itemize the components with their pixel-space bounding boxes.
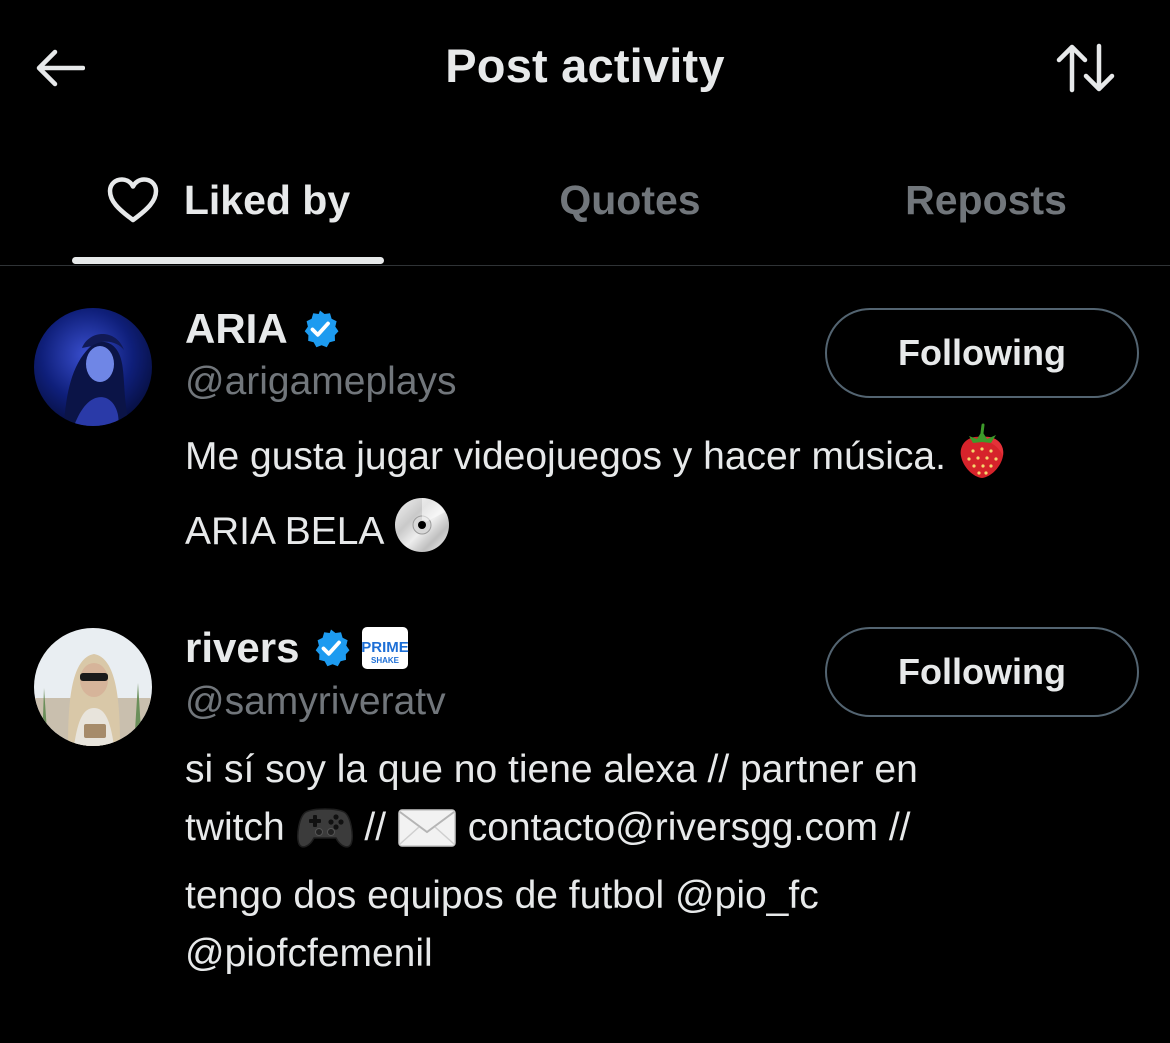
sort-arrows-icon [1056, 43, 1115, 93]
sort-button[interactable] [1050, 38, 1122, 98]
avatar[interactable] [34, 628, 152, 746]
bio-mention-link[interactable]: @piofcfemenil [185, 932, 433, 975]
user-handle[interactable]: @arigameplays [185, 360, 457, 404]
tab-liked-by-label: Liked by [183, 176, 351, 223]
display-name[interactable]: rivers [185, 624, 299, 672]
bio-line: @piofcfemenil [185, 925, 1135, 983]
bio-line: Me gusta jugar videojuegos y hacer músic… [185, 423, 1135, 496]
user-bio: Me gusta jugar videojuegos y hacer músic… [185, 423, 1135, 571]
bio-line: si sí soy la que no tiene alexa // partn… [185, 741, 1135, 799]
bio-line: twitch // contacto@riversgg.com // [185, 799, 1135, 867]
display-name[interactable]: ARIA [185, 305, 288, 353]
game-controller-emoji [296, 802, 354, 867]
envelope-emoji [397, 806, 457, 867]
name-row: rivers PRIME SHAKE [185, 623, 409, 673]
tab-reposts-label: Reposts [905, 176, 1067, 223]
bio-line: ARIA BELA [185, 496, 1135, 571]
cd-disc-emoji [393, 496, 451, 571]
heart-outline-icon [106, 176, 160, 224]
header-bar: Post activity [0, 0, 1170, 135]
following-button[interactable]: Following [825, 308, 1139, 398]
verified-badge-icon[interactable] [300, 309, 340, 349]
bio-text: // [364, 806, 387, 849]
bio-text: tengo dos equipos de futbol @pio_fc [185, 874, 819, 917]
verified-badge-icon[interactable] [311, 628, 351, 668]
strawberry-emoji [957, 423, 1007, 496]
svg-text:PRIME: PRIME [362, 639, 410, 656]
bio-text: twitch [185, 806, 285, 849]
bio-text[interactable]: contacto@riversgg.com // [468, 806, 911, 849]
tab-quotes[interactable]: Quotes [470, 135, 790, 265]
bio-line: tengo dos equipos de futbol @pio_fc [185, 867, 1135, 925]
name-row: ARIA [185, 304, 340, 354]
active-tab-indicator [72, 257, 384, 264]
bio-text: Me gusta jugar videojuegos y hacer músic… [185, 435, 946, 478]
user-handle[interactable]: @samyriveratv [185, 680, 446, 724]
svg-text:SHAKE: SHAKE [371, 656, 400, 665]
following-button[interactable]: Following [825, 627, 1139, 717]
tab-reposts[interactable]: Reposts [840, 135, 1132, 265]
page-title: Post activity [445, 39, 725, 92]
tab-liked-by[interactable]: Liked by [72, 135, 384, 265]
user-bio: si sí soy la que no tiene alexa // partn… [185, 741, 1135, 983]
avatar[interactable] [34, 308, 152, 426]
bio-text: ARIA BELA [185, 510, 383, 553]
affiliate-badge-icon[interactable]: PRIME SHAKE [361, 626, 409, 670]
tab-bar: Liked by Quotes Reposts [0, 135, 1170, 266]
tab-quotes-label: Quotes [559, 176, 701, 223]
bio-text: si sí soy la que no tiene alexa // partn… [185, 748, 918, 791]
